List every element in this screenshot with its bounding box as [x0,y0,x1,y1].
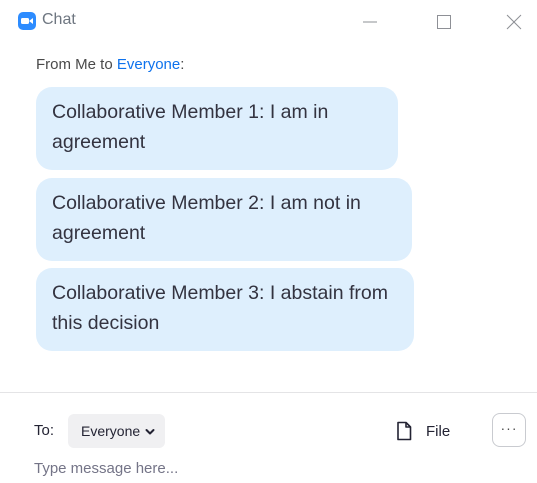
recipient-link[interactable]: Everyone [117,56,180,73]
chevron-down-icon [145,423,155,439]
recipient-dropdown[interactable]: Everyone [68,414,166,448]
maximize-button[interactable] [427,6,459,38]
minimize-icon [363,21,377,23]
file-button-label: File [426,422,451,440]
to-label: To: [34,422,55,439]
window-title: Chat [42,11,76,28]
message-sender-line: From Me to Everyone: [36,56,184,73]
zoom-chat-icon [18,12,36,30]
more-options-icon: ··· [500,420,518,436]
file-icon [397,421,412,441]
recipient-dropdown-value: Everyone [81,423,141,439]
close-icon [506,14,522,30]
chat-message: Collaborative Member 1: I am in agreemen… [36,87,398,170]
maximize-icon [437,15,451,29]
from-prefix: From Me to [36,56,117,73]
chat-message: Collaborative Member 3: I abstain from t… [36,268,414,351]
close-button[interactable] [498,6,530,38]
file-button[interactable]: File [396,416,450,446]
chat-message: Collaborative Member 2: I am not in agre… [36,178,412,261]
more-options-button[interactable]: ··· [492,413,526,447]
title-bar: Chat [0,0,537,44]
message-input[interactable] [26,454,516,482]
minimize-button[interactable] [354,6,386,38]
compose-divider [0,392,537,393]
from-suffix: : [180,56,185,73]
